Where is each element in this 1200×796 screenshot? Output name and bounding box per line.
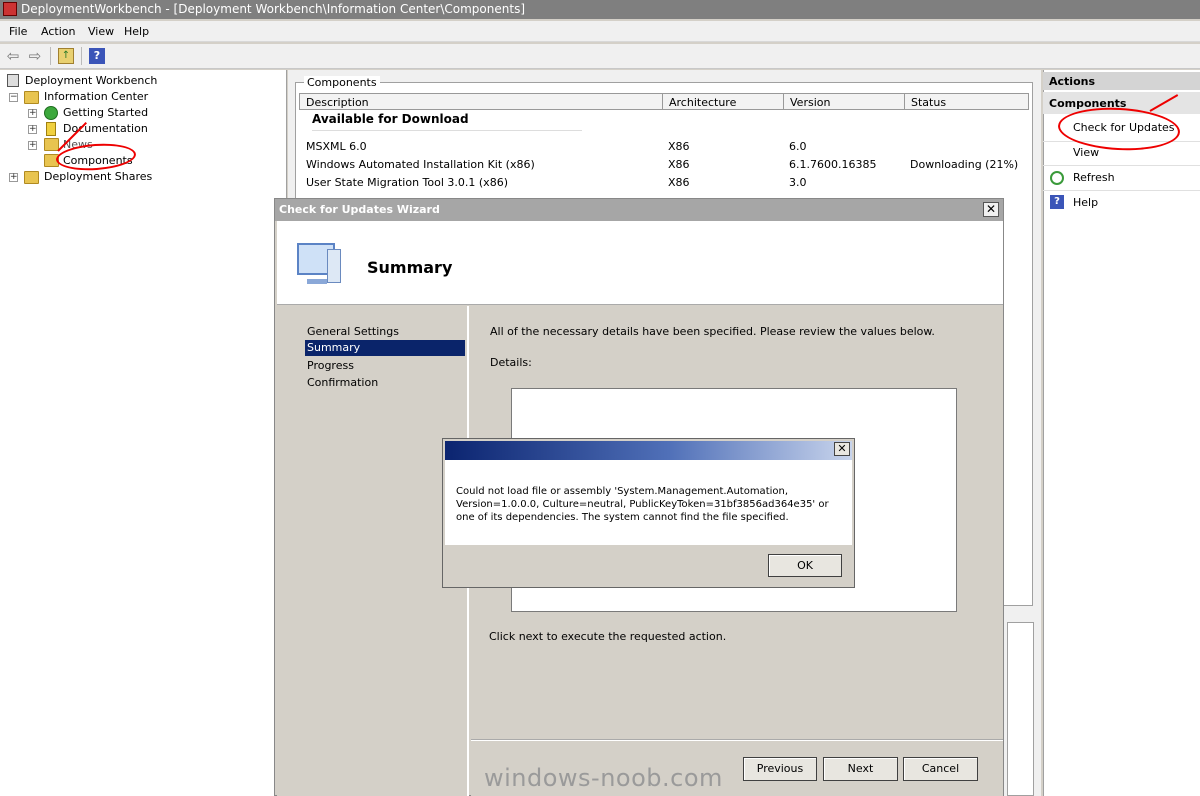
actions-divider xyxy=(1043,165,1200,166)
expand-icon[interactable]: + xyxy=(9,173,18,182)
menu-file[interactable]: File xyxy=(9,25,27,38)
wizard-step-current: Summary xyxy=(305,340,465,356)
cancel-button[interactable]: Cancel xyxy=(903,757,978,781)
back-icon[interactable]: ⇦ xyxy=(5,48,21,64)
actions-header: Actions xyxy=(1043,72,1200,90)
menu-view[interactable]: View xyxy=(88,25,114,38)
wizard-title-bar: Check for Updates Wizard xyxy=(275,199,1003,221)
error-message: Could not load file or assembly 'System.… xyxy=(456,486,829,523)
up-folder-icon[interactable]: ↑ xyxy=(58,48,74,64)
table-cell: 6.1.7600.16385 xyxy=(789,158,877,171)
wizard-footer-divider xyxy=(471,739,1003,741)
wizard-title: Check for Updates Wizard xyxy=(279,203,440,216)
list-header: Description Architecture Version Status xyxy=(299,93,1029,110)
actions-divider xyxy=(1043,190,1200,191)
toolbar-separator xyxy=(50,47,51,65)
tree-item-deployment-workbench[interactable]: Deployment Workbench xyxy=(25,74,157,87)
error-dialog: ✕ Could not load file or assembly 'Syste… xyxy=(442,438,855,588)
menu-help[interactable]: Help xyxy=(124,25,149,38)
documentation-icon xyxy=(46,122,56,136)
table-cell: X86 xyxy=(668,176,690,189)
error-dialog-body: Could not load file or assembly 'System.… xyxy=(445,460,852,545)
list-group-title: Available for Download xyxy=(312,112,469,126)
expand-icon[interactable]: + xyxy=(28,125,37,134)
wizard-step: General Settings xyxy=(307,325,399,338)
toolbar-separator xyxy=(81,47,82,65)
folder-icon xyxy=(24,91,39,104)
watermark: windows-noob.com xyxy=(484,764,723,792)
list-group-divider xyxy=(312,130,582,131)
wizard-step: Progress xyxy=(307,359,354,372)
expand-icon[interactable]: + xyxy=(28,109,37,118)
collapse-icon[interactable]: − xyxy=(9,93,18,102)
help-icon[interactable]: ? xyxy=(89,48,105,64)
table-cell: X86 xyxy=(668,140,690,153)
table-cell: 6.0 xyxy=(789,140,807,153)
app-icon xyxy=(3,2,17,16)
table-cell-status: Downloading (21%) xyxy=(910,158,1019,171)
close-icon[interactable]: ✕ xyxy=(834,442,850,456)
action-refresh[interactable]: Refresh xyxy=(1073,171,1115,184)
column-header-version[interactable]: Version xyxy=(790,96,830,109)
action-help[interactable]: Help xyxy=(1073,196,1098,209)
folder-icon xyxy=(24,171,39,184)
table-cell[interactable]: MSXML 6.0 xyxy=(306,140,367,153)
wizard-header: Summary xyxy=(277,221,1003,305)
workbench-icon xyxy=(7,74,19,87)
toolbar: ⇦ ⇨ ↑ ? xyxy=(0,44,1200,69)
menu-action[interactable]: Action xyxy=(41,25,75,38)
tree-item-information-center[interactable]: Information Center xyxy=(44,90,148,103)
forward-icon[interactable]: ⇨ xyxy=(27,48,43,64)
wizard-heading: Summary xyxy=(367,258,453,277)
refresh-icon xyxy=(1050,171,1064,185)
table-cell: 3.0 xyxy=(789,176,807,189)
computer-tower-icon xyxy=(327,249,341,283)
action-view[interactable]: View xyxy=(1073,146,1099,159)
table-cell[interactable]: Windows Automated Installation Kit (x86) xyxy=(306,158,535,171)
column-separator[interactable] xyxy=(904,94,905,110)
details-pane xyxy=(1007,622,1034,796)
wizard-intro-text: All of the necessary details have been s… xyxy=(490,325,935,338)
menu-bar: File Action View Help xyxy=(0,21,1200,42)
table-cell: X86 xyxy=(668,158,690,171)
computer-stand-icon xyxy=(307,279,327,284)
column-header-description[interactable]: Description xyxy=(306,96,369,109)
tree-item-deployment-shares[interactable]: Deployment Shares xyxy=(44,170,152,183)
details-label: Details: xyxy=(490,356,532,369)
column-header-status[interactable]: Status xyxy=(911,96,946,109)
actions-pane xyxy=(1043,70,1200,796)
wizard-steps: General Settings Summary Progress Confir… xyxy=(277,306,469,796)
expand-icon[interactable]: + xyxy=(28,141,37,150)
window-title: DeploymentWorkbench - [Deployment Workbe… xyxy=(21,2,525,16)
getting-started-icon xyxy=(44,106,58,120)
help-icon: ? xyxy=(1050,195,1064,209)
ok-button[interactable]: OK xyxy=(768,554,842,577)
components-group-label: Components xyxy=(304,76,380,89)
tree-item-getting-started[interactable]: Getting Started xyxy=(63,106,148,119)
column-separator[interactable] xyxy=(662,94,663,110)
close-icon[interactable]: ✕ xyxy=(983,202,999,217)
previous-button[interactable]: Previous xyxy=(743,757,817,781)
table-cell[interactable]: User State Migration Tool 3.0.1 (x86) xyxy=(306,176,508,189)
wizard-footer-text: Click next to execute the requested acti… xyxy=(489,630,727,643)
error-dialog-title-bar xyxy=(445,441,852,460)
column-header-architecture[interactable]: Architecture xyxy=(669,96,736,109)
window-title-bar: DeploymentWorkbench - [Deployment Workbe… xyxy=(0,0,1200,19)
next-button[interactable]: Next xyxy=(823,757,898,781)
column-separator[interactable] xyxy=(783,94,784,110)
wizard-step: Confirmation xyxy=(307,376,379,389)
